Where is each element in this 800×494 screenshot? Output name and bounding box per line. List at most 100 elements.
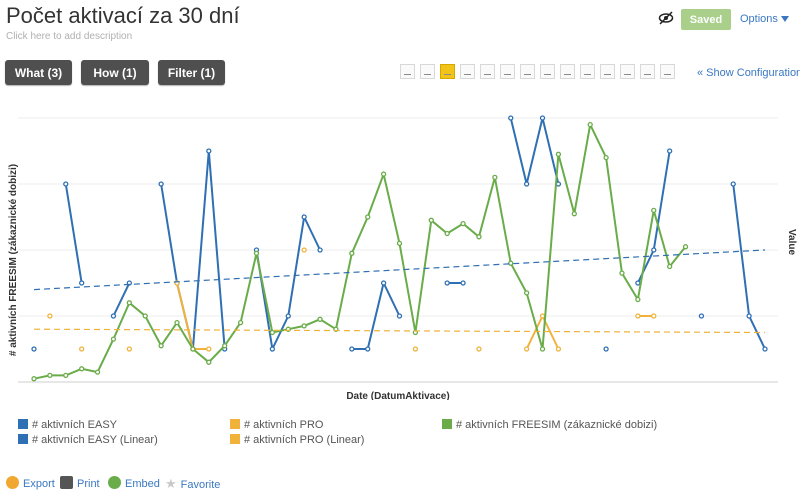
histogram-icon[interactable] (560, 64, 575, 79)
y-axis-right-title: Value (786, 229, 797, 256)
point-freesim (460, 220, 466, 227)
series-line-easy (112, 282, 131, 317)
column-chart-icon[interactable] (540, 64, 555, 79)
what-button[interactable]: What (3) (5, 60, 72, 85)
point-easy (158, 181, 164, 187)
options-menu[interactable]: Options (740, 13, 789, 25)
chart-type-toolbar (400, 64, 680, 80)
point-freesim (253, 250, 260, 256)
point-freesim (206, 359, 212, 365)
point-easy (635, 280, 641, 286)
point-freesim (349, 250, 355, 256)
point-freesim (555, 151, 562, 157)
point-easy (396, 313, 403, 319)
point-easy (730, 181, 736, 187)
point-easy (349, 346, 355, 352)
point-freesim (31, 376, 37, 382)
x-axis-title: Date (DatumAktivace) (346, 391, 449, 400)
point-easy (746, 313, 752, 319)
series-line-easy (636, 150, 671, 284)
point-freesim (237, 319, 244, 326)
point-freesim (396, 240, 403, 247)
point-freesim (110, 336, 117, 342)
export-icon (6, 476, 19, 489)
point-pro (651, 313, 657, 319)
point-pro (555, 346, 562, 352)
point-freesim (651, 207, 657, 214)
point-freesim (682, 244, 689, 250)
line-chart-icon[interactable] (440, 64, 455, 79)
point-easy (444, 280, 450, 286)
point-freesim (47, 372, 53, 379)
point-freesim (444, 230, 450, 237)
favorite-link[interactable]: ★ Favorite (165, 476, 220, 492)
printer-icon (60, 476, 73, 489)
point-freesim (523, 290, 530, 296)
point-pro (476, 346, 482, 352)
point-pro (635, 313, 641, 319)
legend-label-pro: # aktivních PRO (244, 419, 324, 431)
point-freesim (94, 369, 101, 375)
legend-item-pro[interactable]: # aktivních PRO (230, 419, 323, 431)
legend-label-pro-linear: # aktivních PRO (Linear) (244, 434, 365, 446)
point-freesim (79, 366, 85, 372)
legend-item-pro-linear[interactable]: # aktivních PRO (Linear) (230, 434, 364, 446)
point-easy (460, 280, 466, 286)
point-freesim (126, 300, 132, 306)
point-freesim (158, 343, 164, 349)
point-easy (317, 247, 323, 253)
point-freesim (317, 316, 323, 322)
point-freesim (380, 171, 387, 177)
point-freesim (428, 217, 434, 223)
legend-label-easy: # aktivních EASY (32, 419, 117, 431)
point-freesim (174, 319, 180, 326)
point-freesim (269, 329, 276, 336)
embed-link[interactable]: Embed (108, 476, 160, 490)
funnel-icon[interactable] (580, 64, 595, 79)
point-freesim (301, 323, 307, 329)
area-chart-icon[interactable] (480, 64, 495, 79)
legend-item-freesim[interactable]: # aktivních FREESIM (zákaznické dobizi) (442, 419, 657, 431)
table-numbers-icon[interactable] (400, 64, 415, 79)
point-freesim (365, 214, 371, 220)
bubble-icon[interactable] (660, 64, 675, 79)
table-grid-icon[interactable] (420, 64, 435, 79)
point-easy (63, 181, 69, 187)
export-label: Export (23, 478, 55, 490)
hide-eye-icon[interactable] (658, 11, 674, 25)
point-freesim (508, 260, 514, 266)
pie-chart-icon[interactable] (600, 64, 615, 79)
legend-swatch-pro (230, 419, 240, 429)
how-button[interactable]: How (1) (81, 60, 149, 85)
point-easy (206, 148, 212, 154)
point-pro (539, 313, 546, 319)
line-chart-multi-icon[interactable] (460, 64, 475, 79)
print-link[interactable]: Print (60, 476, 100, 490)
point-freesim (190, 346, 196, 352)
stacked-bar-icon[interactable] (520, 64, 535, 79)
saved-button[interactable]: Saved (681, 9, 731, 30)
point-pro (126, 346, 132, 352)
filter-button[interactable]: Filter (1) (158, 60, 225, 85)
trendline-easy-linear (33, 249, 766, 291)
point-freesim (222, 343, 228, 349)
legend-swatch-easy-linear (18, 434, 28, 444)
point-freesim (539, 346, 546, 352)
options-label: Options (740, 13, 778, 25)
show-configuration-link[interactable]: « Show Configuration (697, 67, 800, 79)
legend-item-easy[interactable]: # aktivních EASY (18, 419, 117, 431)
point-freesim (476, 234, 482, 240)
export-link[interactable]: Export (6, 476, 55, 490)
bar-chart-icon[interactable] (500, 64, 515, 79)
donut-chart-icon[interactable] (620, 64, 635, 79)
legend-item-easy-linear[interactable]: # aktivních EASY (Linear) (18, 434, 158, 446)
star-icon: ★ (165, 476, 177, 491)
legend-swatch-pro-linear (230, 434, 240, 444)
series-line-easy (732, 183, 766, 350)
point-freesim (587, 121, 593, 128)
description-placeholder[interactable]: Click here to add description (6, 31, 132, 42)
point-easy (31, 346, 37, 352)
point-freesim (571, 211, 577, 217)
point-easy (667, 148, 673, 154)
scatter-icon[interactable] (640, 64, 655, 79)
